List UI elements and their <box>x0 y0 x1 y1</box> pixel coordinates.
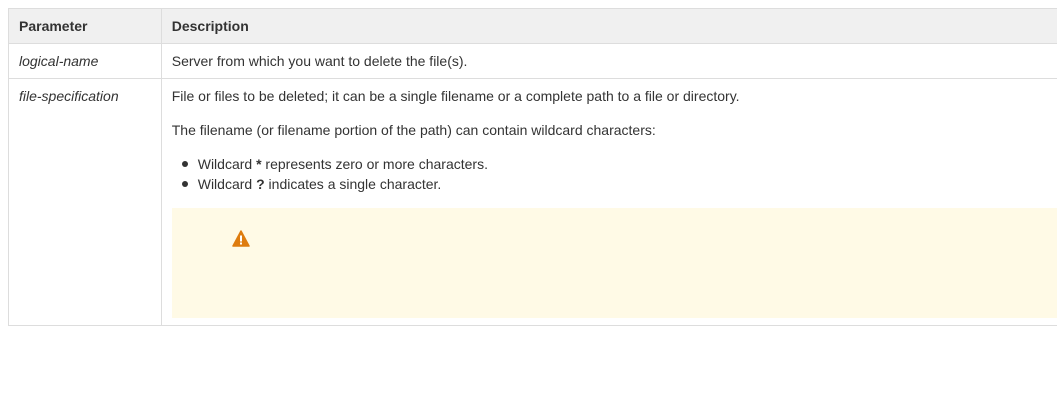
table-header-row: Parameter Description <box>8 8 1057 44</box>
wildcard-symbol: ? <box>256 176 265 192</box>
description-paragraph: File or files to be deleted; it can be a… <box>171 88 740 104</box>
header-description: Description <box>160 8 1057 44</box>
wildcard-list: Wildcard * represents zero or more chara… <box>172 154 1057 194</box>
table-row: file-specification File or files to be d… <box>8 78 1057 326</box>
description-paragraph: The filename (or filename portion of the… <box>171 122 656 138</box>
list-item: Wildcard * represents zero or more chara… <box>181 154 1057 174</box>
bullet-icon <box>181 181 188 187</box>
list-item: Wildcard ? indicates a single character. <box>181 174 1057 194</box>
warning-panel <box>171 208 1057 318</box>
table-row: logical-name Server from which you want … <box>8 43 1057 79</box>
header-parameter: Parameter <box>8 8 162 44</box>
warning-icon <box>231 230 250 247</box>
parameter-table: Parameter Description logical-name Serve… <box>8 8 1057 326</box>
parameter-name: file-specification <box>8 78 162 326</box>
parameter-name: logical-name <box>8 43 162 79</box>
parameter-description: File or files to be deleted; it can be a… <box>160 78 1057 326</box>
bullet-icon <box>181 161 188 167</box>
parameter-description: Server from which you want to delete the… <box>160 43 1057 79</box>
